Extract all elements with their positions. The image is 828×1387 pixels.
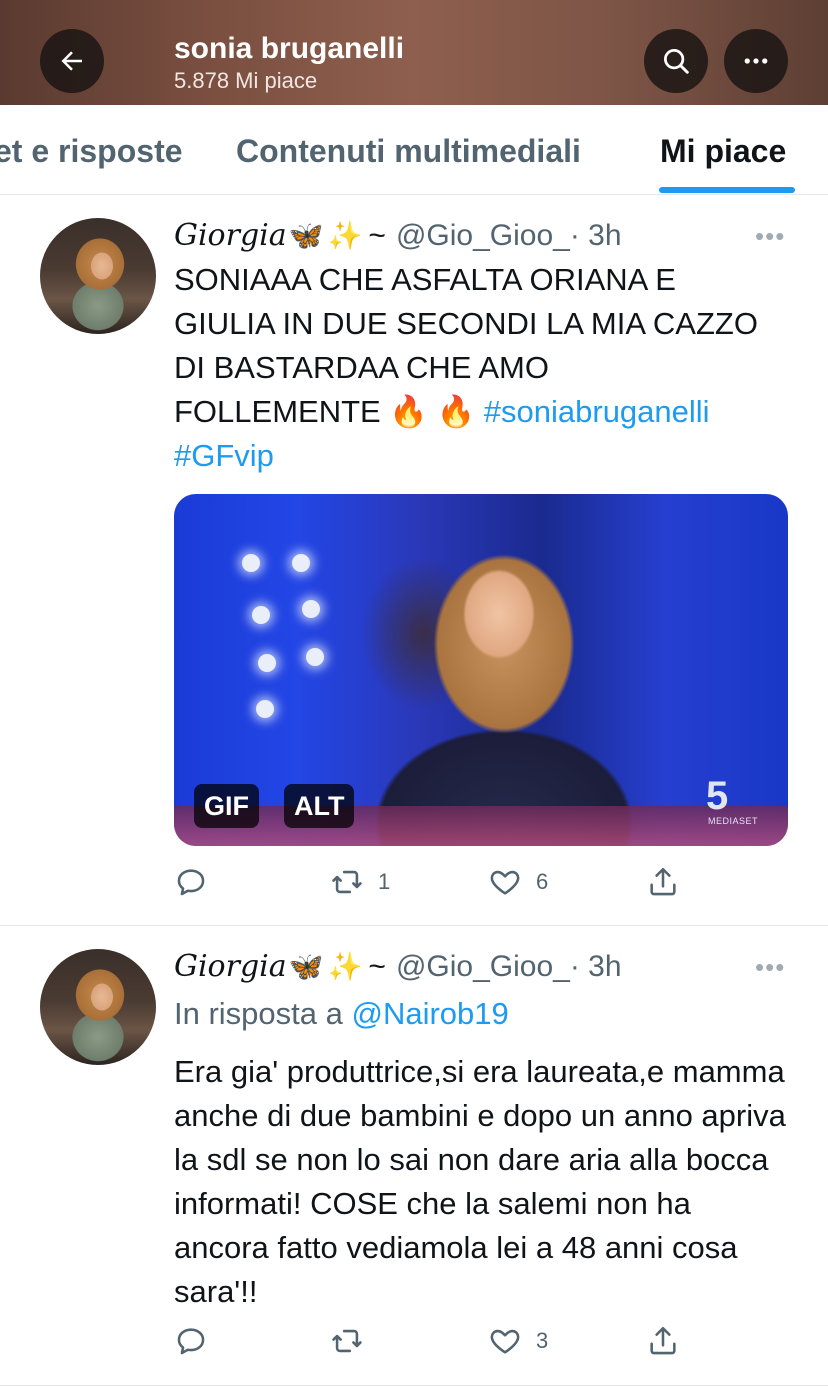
reply-button[interactable] [174,1321,222,1361]
reply-context: In risposta a @Nairob19 [174,995,509,1033]
share-button[interactable] [646,862,680,902]
display-name[interactable]: Giorgia [174,949,287,985]
name-suffix: ~ [368,219,386,252]
search-button[interactable] [644,29,708,93]
profile-tabs: et e risposte Contenuti multimediali Mi … [0,105,828,195]
retweet-count: 1 [378,869,391,894]
tweet[interactable]: Giorgia 🦋 ✨ ~ @Gio_Gioo_ · 3h ••• SONIAA… [0,196,828,926]
gif-badge: GIF [194,784,259,828]
hashtag-soniabruganelli[interactable]: #soniabruganelli [484,394,710,429]
share-icon [650,1326,676,1355]
user-handle[interactable]: @Gio_Gioo_ [396,949,570,985]
like-button[interactable]: 3 [488,1321,548,1361]
profile-name: sonia bruganelli [174,32,405,65]
stage-floor [174,806,788,846]
more-horizontal-icon [744,58,768,64]
reply-mention[interactable]: @Nairob19 [352,996,509,1031]
sparkles-emoji: ✨ [327,951,363,982]
tab-media[interactable]: Contenuti multimediali [236,133,581,169]
comment-icon [177,1328,205,1355]
alt-text-button[interactable]: ALT [284,784,355,828]
tweet-text: SONIAAA CHE ASFALTA ORIANA E GIULIA IN D… [174,258,764,478]
tweet-actions: 3 [174,1321,794,1361]
tweet[interactable]: Giorgia 🦋 ✨ ~ @Gio_Gioo_ · 3h ••• In ris… [0,927,828,1386]
share-icon [650,867,676,896]
stage-light [256,700,274,718]
stage-light [242,554,260,572]
stage-light [252,606,270,624]
tab-likes[interactable]: Mi piace [660,133,786,169]
tab-tweets-replies[interactable]: et e risposte [0,133,183,169]
hashtag-gfvip[interactable]: #GFvip [174,438,274,473]
gif-media[interactable]: GIF ALT 5 MEDIASET [174,494,788,846]
stage-light [258,654,276,672]
timestamp[interactable]: · 3h [570,218,622,254]
tweet-header: Giorgia 🦋 ✨ ~ @Gio_Gioo_ · 3h [174,949,622,985]
tweet-actions: 1 6 [174,862,794,902]
channel-logo-text: MEDIASET [708,816,759,826]
profile-header: sonia bruganelli 5.878 Mi piace [0,0,828,105]
heart-icon [490,1329,520,1354]
reply-button[interactable] [174,862,222,902]
like-button[interactable]: 6 [488,862,548,902]
active-tab-indicator [659,187,795,193]
timestamp[interactable]: · 3h [570,949,622,985]
retweet-button[interactable] [330,1321,378,1361]
display-name[interactable]: Giorgia [174,218,287,254]
tweet-text: Era gia' produttrice,si era laureata,e m… [174,1054,786,1309]
search-icon [664,49,689,74]
stage-light [306,648,324,666]
fire-emoji: 🔥 🔥 [389,394,476,429]
retweet-button[interactable]: 1 [330,862,390,902]
butterfly-emoji: 🦋 [288,220,324,251]
share-button[interactable] [646,1321,680,1361]
avatar[interactable] [40,949,156,1065]
channel-logo: 5 [706,774,729,818]
arrow-left-icon [61,51,82,71]
name-suffix: ~ [368,950,386,983]
back-button[interactable] [40,29,104,93]
stage-light [302,600,320,618]
butterfly-emoji: 🦋 [288,951,324,982]
more-button[interactable] [724,29,788,93]
retweet-icon [332,870,362,894]
avatar[interactable] [40,218,156,334]
tweet-header: Giorgia 🦋 ✨ ~ @Gio_Gioo_ · 3h [174,218,622,254]
comment-icon [177,869,205,896]
heart-icon [490,870,520,895]
like-count: 3 [536,1328,549,1353]
reply-prefix: In risposta a [174,996,343,1031]
tweet-more-button[interactable]: ••• [755,223,785,249]
stage-light [292,554,310,572]
likes-count: 5.878 Mi piace [174,68,318,93]
like-count: 6 [536,869,549,894]
tweet-more-button[interactable]: ••• [755,954,785,980]
sparkles-emoji: ✨ [327,220,363,251]
user-handle[interactable]: @Gio_Gioo_ [396,218,570,254]
retweet-icon [332,1329,362,1353]
